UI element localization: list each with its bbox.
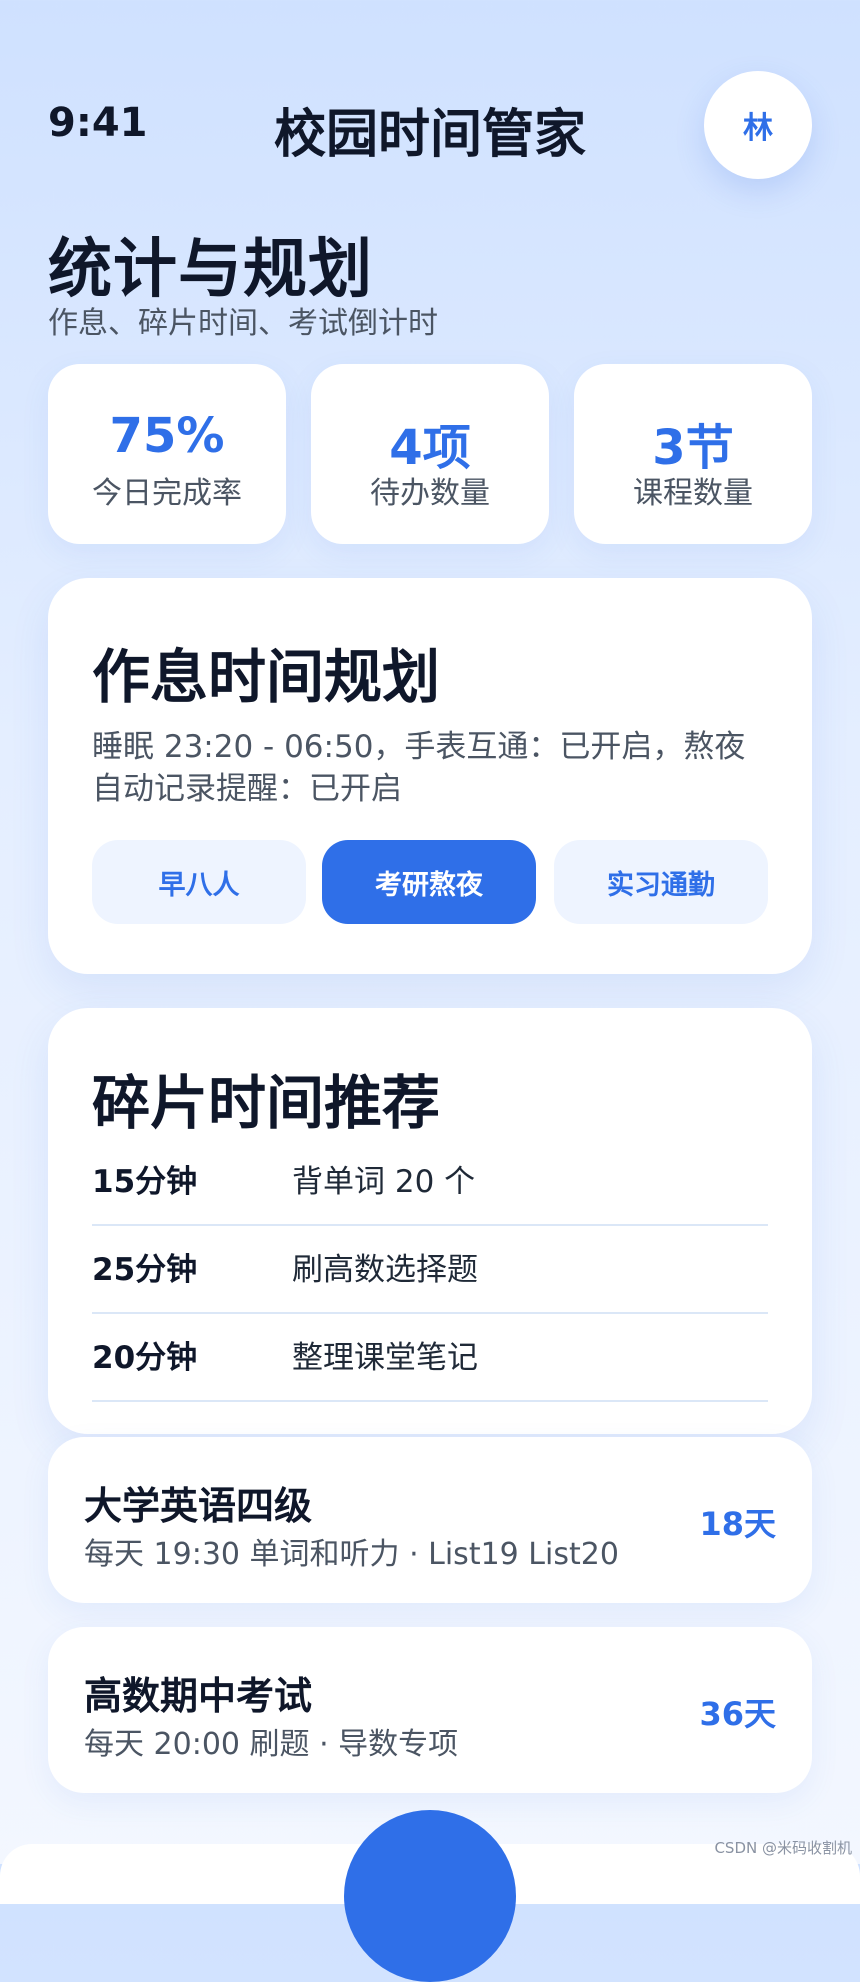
fragment-duration: 15分钟	[92, 1164, 198, 1200]
stat-label: 待办数量	[370, 476, 490, 511]
fragment-task: 刷高数选择题	[292, 1252, 478, 1288]
fragment-duration: 25分钟	[92, 1252, 198, 1288]
mode-button-early[interactable]: 早八人	[92, 840, 306, 924]
fragment-task: 背单词 20 个	[292, 1164, 476, 1200]
exam-card-calculus[interactable]: 高数期中考试 每天 20:00 刷题 · 导数专项 36天	[48, 1627, 812, 1793]
exam-countdown: 36天	[699, 1695, 776, 1733]
exam-detail: 每天 20:00 刷题 · 导数专项	[84, 1727, 459, 1762]
fragment-row[interactable]: 25分钟 刷高数选择题	[92, 1224, 768, 1314]
mode-button-commute[interactable]: 实习通勤	[554, 840, 768, 924]
avatar[interactable]: 林	[704, 71, 812, 179]
fragment-row[interactable]: 20分钟 整理课堂笔记	[92, 1312, 768, 1402]
stat-label: 今日完成率	[92, 476, 242, 511]
watermark: CSDN @米码收割机	[714, 1839, 852, 1857]
schedule-description: 睡眠 23:20 - 06:50，手表互通：已开启，熬夜自动记录提醒：已开启	[92, 729, 746, 807]
stat-card-completion: 75% 今日完成率	[48, 364, 286, 544]
stat-card-courses: 3节 课程数量	[574, 364, 812, 544]
fragment-duration: 20分钟	[92, 1340, 198, 1376]
stat-value: 75%	[109, 408, 225, 464]
add-fab-button[interactable]	[344, 1810, 516, 1982]
schedule-card: 作息时间规划 睡眠 23:20 - 06:50，手表互通：已开启，熬夜自动记录提…	[48, 578, 812, 974]
stat-label: 课程数量	[633, 476, 753, 511]
stat-card-todos: 4项 待办数量	[311, 364, 549, 544]
fragment-task: 整理课堂笔记	[292, 1340, 478, 1376]
exam-detail: 每天 19:30 单词和听力 · List19 List20	[84, 1537, 619, 1572]
schedule-title: 作息时间规划	[92, 643, 441, 711]
exam-card-cet4[interactable]: 大学英语四级 每天 19:30 单词和听力 · List19 List20 18…	[48, 1437, 812, 1603]
page-title: 统计与规划	[48, 233, 373, 307]
fragment-row[interactable]: 15分钟 背单词 20 个	[92, 1136, 768, 1226]
exam-countdown: 18天	[699, 1505, 776, 1543]
page-subtitle: 作息、碎片时间、考试倒计时	[48, 306, 438, 341]
exam-name: 高数期中考试	[84, 1674, 313, 1718]
mode-button-late-night[interactable]: 考研熬夜	[322, 840, 536, 924]
fragments-title: 碎片时间推荐	[92, 1069, 441, 1137]
exam-name: 大学英语四级	[84, 1484, 313, 1528]
fragments-card: 碎片时间推荐 15分钟 背单词 20 个 25分钟 刷高数选择题 20分钟 整理…	[48, 1008, 812, 1434]
